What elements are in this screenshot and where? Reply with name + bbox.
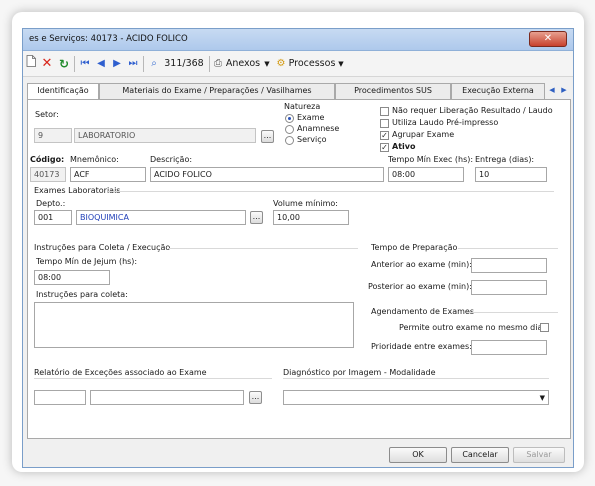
title-bar[interactable]: es e Serviços: 40173 - ACIDO FOLICO ✕ (23, 29, 573, 51)
chevron-down-icon[interactable]: ▼ (540, 394, 545, 402)
mnemonico-label: Mnemônico: (70, 155, 119, 164)
anexos-icon[interactable]: ⎙ (213, 55, 223, 73)
tab-scroll-left-icon[interactable]: ◀ (547, 84, 557, 97)
jejum-field[interactable]: 08:00 (34, 270, 110, 285)
depto-code-field[interactable]: 001 (34, 210, 72, 225)
save-button[interactable]: Salvar (513, 447, 565, 463)
setor-lookup-button[interactable]: ... (261, 130, 274, 143)
relatorio-lookup-button[interactable]: ... (249, 391, 262, 404)
first-record-icon[interactable]: ⏮ (79, 55, 91, 73)
tab-identificacao[interactable]: Identificação (27, 83, 99, 100)
utiliza-laudo-label: Utiliza Laudo Pré-impresso (392, 118, 499, 127)
search-binoculars-icon[interactable]: ⌕ (147, 55, 161, 73)
descricao-field[interactable]: ACIDO FOLICO (150, 167, 384, 182)
instrucoes-coleta-textarea[interactable] (34, 302, 354, 348)
volume-minimo-field[interactable]: 10,00 (273, 210, 349, 225)
nao-requer-liberacao-label: Não requer Liberação Resultado / Laudo (392, 106, 553, 115)
anexos-menu[interactable]: Anexos (224, 55, 262, 73)
ativo-label: Ativo (392, 142, 416, 151)
record-position: 311/368 (164, 58, 204, 69)
setor-name-field[interactable]: LABORATORIO (74, 128, 256, 143)
entrega-label: Entrega (dias): (475, 155, 535, 164)
tempo-min-exec-field[interactable]: 08:00 (388, 167, 464, 182)
natureza-anamnese-label: Anamnese (297, 124, 340, 133)
nao-requer-liberacao-checkbox[interactable] (380, 107, 389, 116)
agrupar-exame-checkbox[interactable]: ✓ (380, 131, 389, 140)
natureza-exame-radio[interactable] (285, 114, 294, 123)
agrupar-exame-label: Agrupar Exame (392, 130, 455, 139)
posterior-exame-field[interactable] (471, 280, 547, 295)
depto-label: Depto.: (36, 199, 66, 208)
posterior-exame-label: Posterior ao exame (min): (368, 282, 472, 291)
depto-lookup-button[interactable]: ... (250, 211, 263, 224)
descricao-label: Descrição: (150, 155, 193, 164)
instrucoes-title: Instruções para Coleta / Execução (34, 243, 171, 252)
previous-record-icon[interactable]: ◀ (95, 55, 107, 73)
mnemonico-field[interactable]: ACF (70, 167, 146, 182)
permite-outro-exame-checkbox[interactable] (540, 323, 549, 332)
new-record-icon[interactable] (25, 55, 37, 73)
tab-procedimentos-sus[interactable]: Procedimentos SUS (335, 83, 451, 99)
codigo-field[interactable]: 40173 (30, 167, 66, 182)
codigo-label: Código: (30, 155, 65, 164)
ativo-checkbox[interactable]: ✓ (380, 143, 389, 152)
relatorio-name-field[interactable] (90, 390, 244, 405)
last-record-icon[interactable]: ⏭ (127, 55, 139, 73)
close-button[interactable]: ✕ (529, 31, 567, 47)
tempo-preparacao-title: Tempo de Preparação (371, 243, 458, 252)
processos-icon[interactable]: ⚙ (275, 55, 287, 73)
setor-code-field[interactable]: 9 (34, 128, 72, 143)
cancel-button[interactable]: Cancelar (451, 447, 509, 463)
identificacao-panel: Setor: 9 LABORATORIO ... Natureza Exame … (27, 99, 571, 439)
diagnostico-imagem-title: Diagnóstico por Imagem - Modalidade (283, 368, 436, 377)
prioridade-label: Prioridade entre exames: (371, 342, 472, 351)
toolbar: ✕ ↻ ⏮ ◀ ▶ ⏭ ⌕ 311/368 ⎙ Anexos ▼ ⚙ Proce… (23, 51, 573, 77)
anterior-exame-field[interactable] (471, 258, 547, 273)
utiliza-laudo-checkbox[interactable] (380, 119, 389, 128)
processos-menu[interactable]: Processos (288, 55, 336, 73)
natureza-exame-label: Exame (297, 113, 325, 122)
setor-label: Setor: (35, 110, 59, 119)
agendamento-title: Agendamento de Exames (371, 307, 474, 316)
next-record-icon[interactable]: ▶ (111, 55, 123, 73)
natureza-servico-radio[interactable] (285, 136, 294, 145)
jejum-label: Tempo Mín de Jejum (hs): (36, 257, 138, 266)
processos-dropdown-icon[interactable]: ▼ (337, 55, 345, 73)
anexos-dropdown-icon[interactable]: ▼ (263, 55, 271, 73)
tab-materiais[interactable]: Materiais do Exame / Preparações / Vasil… (99, 83, 335, 99)
depto-name-field[interactable]: BIOQUIMICA (76, 210, 246, 225)
window-title: es e Serviços: 40173 - ACIDO FOLICO (29, 34, 188, 44)
natureza-label: Natureza (284, 102, 321, 111)
natureza-anamnese-radio[interactable] (285, 125, 294, 134)
natureza-servico-label: Serviço (297, 135, 327, 144)
tab-strip: Identificação Materiais do Exame / Prepa… (23, 83, 573, 100)
instrucoes-coleta-label: Instruções para coleta: (36, 290, 128, 299)
entrega-field[interactable]: 10 (475, 167, 547, 182)
relatorio-code-field[interactable] (34, 390, 86, 405)
volume-minimo-label: Volume mínimo: (273, 199, 338, 208)
exam-window: es e Serviços: 40173 - ACIDO FOLICO ✕ ✕ … (22, 28, 574, 468)
tab-scroll-right-icon[interactable]: ▶ (559, 84, 569, 97)
modalidade-select[interactable]: ▼ (283, 390, 549, 405)
ok-button[interactable]: OK (389, 447, 447, 463)
prioridade-field[interactable] (471, 340, 547, 355)
delete-icon[interactable]: ✕ (40, 55, 54, 73)
anterior-exame-label: Anterior ao exame (min): (371, 260, 472, 269)
refresh-icon[interactable]: ↻ (57, 55, 71, 73)
permite-outro-exame-label: Permite outro exame no mesmo dia (399, 323, 543, 332)
relatorio-excecoes-title: Relatório de Exceções associado ao Exame (34, 368, 207, 377)
tab-execucao-externa[interactable]: Execução Externa (451, 83, 545, 99)
tempo-min-exec-label: Tempo Mín Exec (hs): (388, 155, 474, 164)
